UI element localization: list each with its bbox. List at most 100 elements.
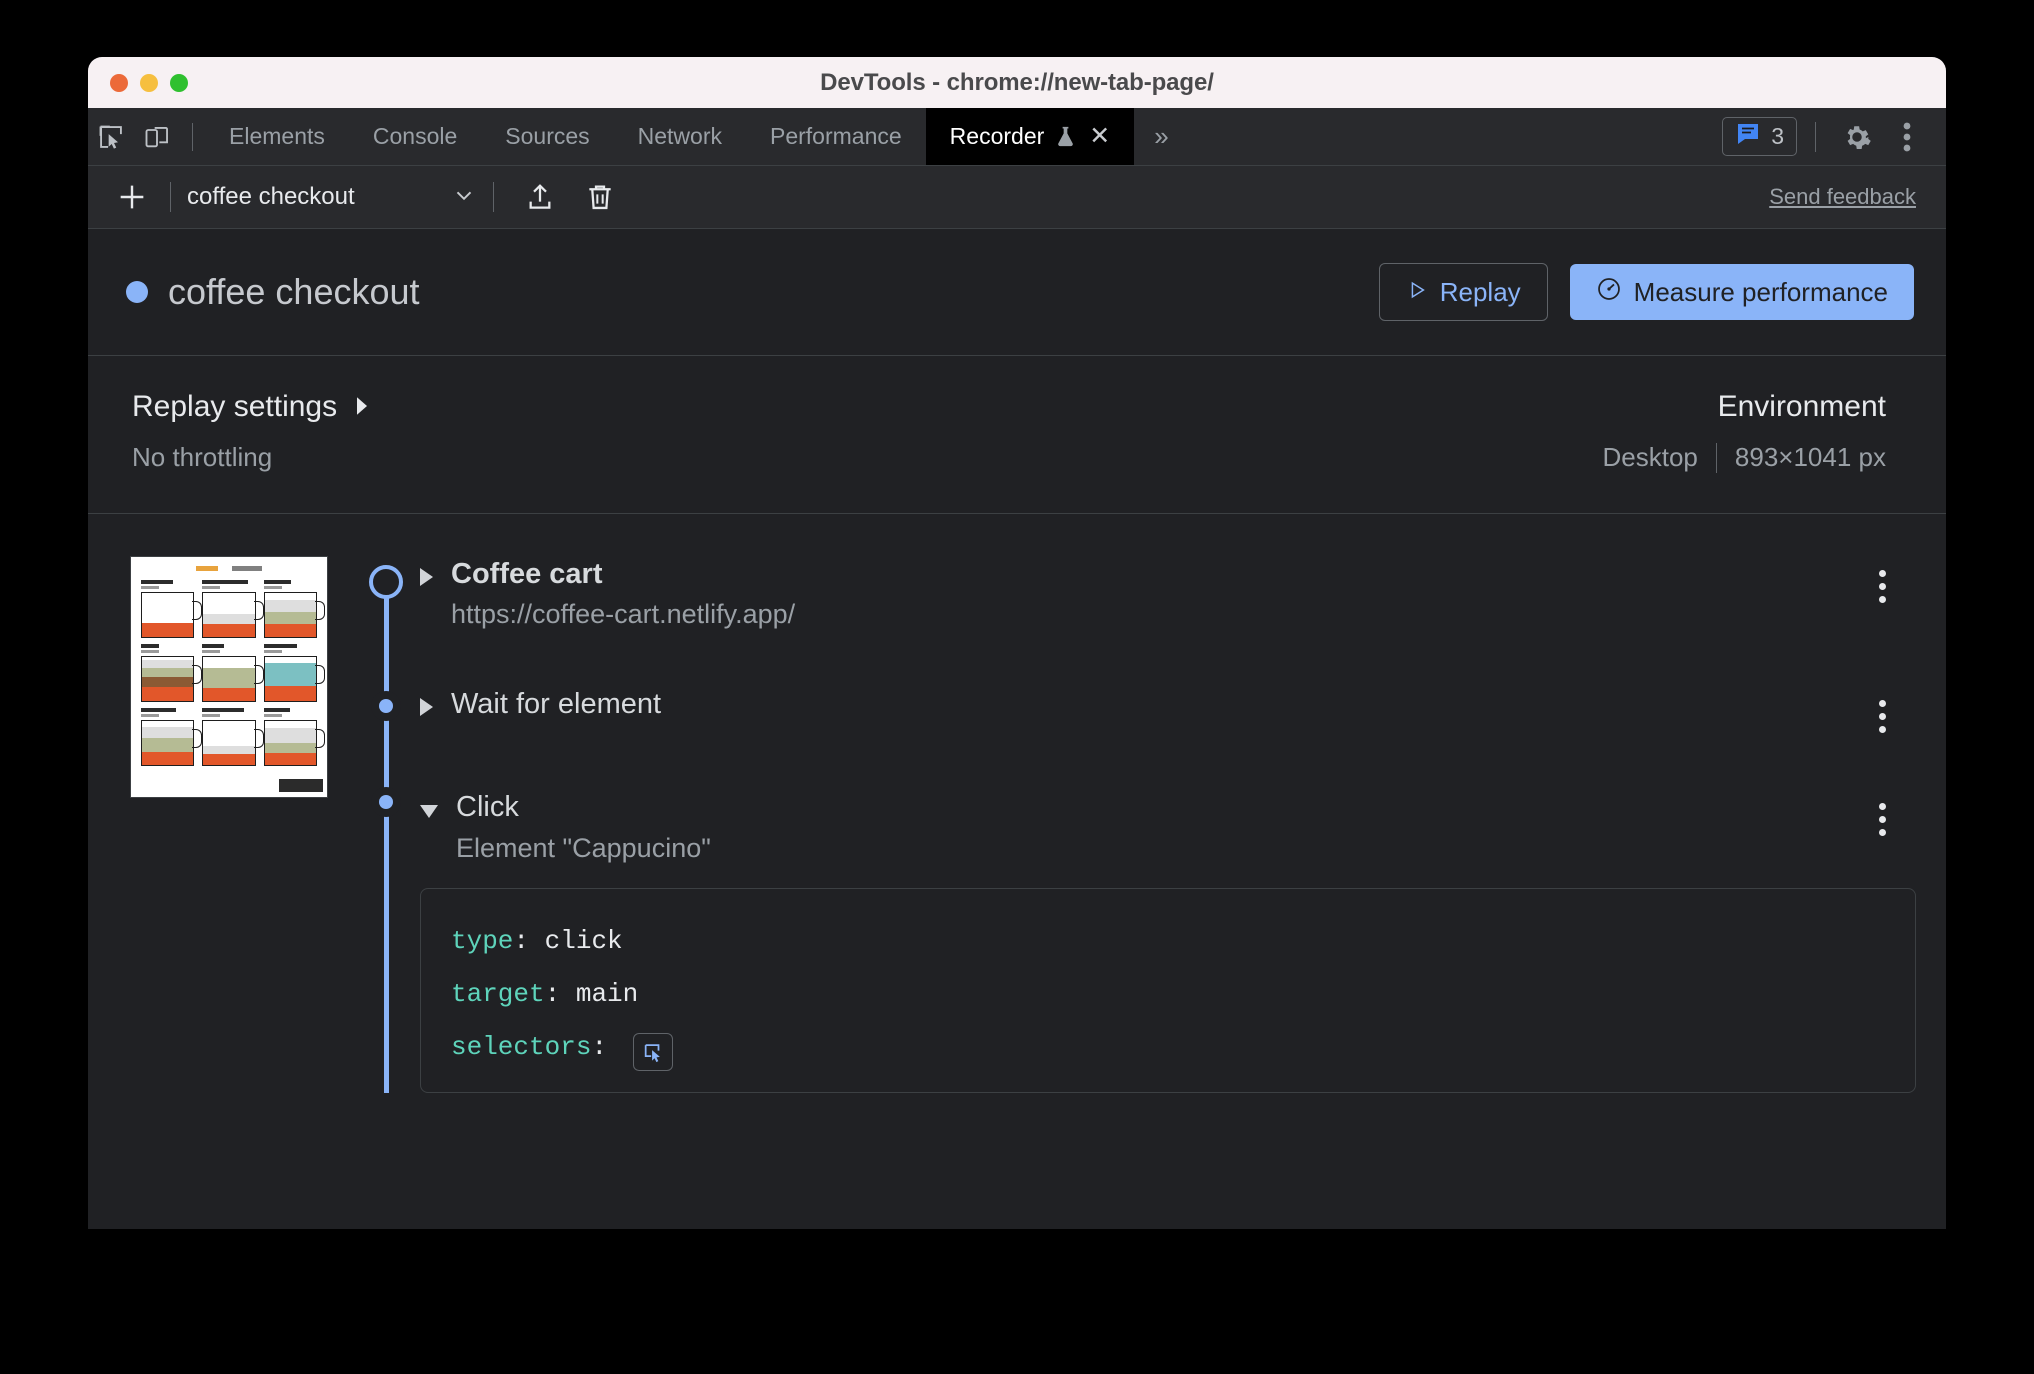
tab-network-label: Network bbox=[637, 123, 722, 149]
code-value-type: click bbox=[544, 925, 623, 956]
environment-device: Desktop bbox=[1602, 442, 1698, 472]
timeline-node-1 bbox=[371, 691, 401, 721]
tab-elements-label: Elements bbox=[229, 123, 325, 149]
step-wait-for-element[interactable]: Wait for element bbox=[420, 686, 1916, 734]
tab-elements[interactable]: Elements bbox=[205, 108, 349, 165]
minimize-window-button[interactable] bbox=[140, 73, 158, 92]
measure-performance-button[interactable]: Measure performance bbox=[1569, 264, 1914, 320]
recording-header: coffee checkout Replay Measure performan… bbox=[88, 229, 1946, 356]
recorder-toolbar: coffee checkout Send feedback bbox=[88, 166, 1946, 229]
code-key-selectors: selectors bbox=[451, 1032, 592, 1063]
tab-recorder-label: Recorder bbox=[949, 123, 1045, 149]
more-options-icon[interactable] bbox=[1884, 114, 1930, 160]
device-toolbar-icon[interactable] bbox=[134, 114, 180, 160]
tab-sources[interactable]: Sources bbox=[481, 108, 613, 165]
devtools-tabbar: Elements Console Sources Network Perform… bbox=[88, 108, 1946, 166]
thumbnail-cart-badge bbox=[279, 779, 323, 792]
window-controls[interactable] bbox=[110, 73, 188, 92]
screenshot-root: DevTools - chrome://new-tab-page/ Elemen… bbox=[0, 0, 2034, 1374]
step-details-code[interactable]: type: click target: main selectors: bbox=[420, 887, 1916, 1094]
timeline-line bbox=[384, 582, 389, 1094]
issues-badge[interactable]: 3 bbox=[1722, 117, 1797, 156]
step-title: Click bbox=[456, 791, 519, 824]
recording-selector-label: coffee checkout bbox=[187, 183, 355, 210]
close-icon[interactable]: ✕ bbox=[1089, 124, 1110, 149]
code-line-target: target: main bbox=[451, 978, 639, 1009]
tab-console[interactable]: Console bbox=[349, 108, 481, 165]
code-line-type: type: click bbox=[451, 925, 623, 956]
export-icon[interactable] bbox=[518, 175, 562, 219]
tab-network[interactable]: Network bbox=[614, 108, 746, 165]
recorder-body: coffee checkout Replay Measure performan… bbox=[88, 229, 1946, 1094]
steps-list: Coffee cart https://coffee-cart.netlify.… bbox=[420, 556, 1946, 1094]
devtools-window: DevTools - chrome://new-tab-page/ Elemen… bbox=[88, 57, 1946, 1229]
recorder-toolbar-divider-1 bbox=[170, 182, 171, 212]
replay-settings-toggle[interactable]: Replay settings bbox=[132, 390, 371, 424]
chevron-down-icon bbox=[451, 182, 477, 213]
settings-gear-icon[interactable] bbox=[1834, 114, 1880, 160]
replay-button[interactable]: Replay bbox=[1378, 263, 1548, 321]
tab-recorder[interactable]: Recorder ✕ bbox=[925, 108, 1135, 165]
step-more-options-icon[interactable] bbox=[1879, 556, 1916, 603]
code-key-target: target bbox=[451, 978, 545, 1009]
collapse-step-icon[interactable] bbox=[420, 805, 438, 819]
inspect-element-icon[interactable] bbox=[88, 114, 134, 160]
zoom-window-button[interactable] bbox=[170, 73, 188, 92]
tabbar-right-divider bbox=[1815, 121, 1816, 152]
replay-settings-label: Replay settings bbox=[132, 390, 338, 423]
recording-status-dot bbox=[126, 281, 148, 303]
expand-step-icon[interactable] bbox=[420, 698, 433, 717]
issues-count: 3 bbox=[1771, 123, 1784, 149]
throttling-value: No throttling bbox=[132, 442, 273, 472]
select-element-icon[interactable] bbox=[632, 1033, 673, 1072]
settings-row: Replay settings No throttling Environmen… bbox=[88, 356, 1946, 514]
recorder-toolbar-divider-2 bbox=[493, 182, 494, 212]
tab-console-label: Console bbox=[372, 123, 458, 149]
replay-settings-section: Replay settings No throttling bbox=[132, 390, 371, 473]
code-line-selectors: selectors: bbox=[451, 1021, 1885, 1074]
tab-performance-label: Performance bbox=[770, 123, 902, 149]
screenshot-column bbox=[88, 556, 350, 1093]
code-key-type: type bbox=[451, 925, 514, 956]
chevron-right-icon bbox=[353, 390, 371, 424]
step-click[interactable]: Click Element "Cappucino" type: click ta… bbox=[420, 789, 1916, 1094]
step-title: Coffee cart bbox=[451, 558, 603, 590]
coffee-cart-page-screenshot bbox=[130, 556, 328, 798]
thumbnail-cup-grid bbox=[131, 571, 327, 766]
code-value-target: main bbox=[575, 978, 639, 1009]
step-more-options-icon[interactable] bbox=[1879, 686, 1916, 734]
speedometer-icon bbox=[1596, 276, 1622, 309]
more-tabs-icon[interactable]: » bbox=[1134, 121, 1185, 152]
step-coffee-cart[interactable]: Coffee cart https://coffee-cart.netlify.… bbox=[420, 556, 1916, 630]
tabbar-divider bbox=[192, 122, 193, 151]
step-description: https://coffee-cart.netlify.app/ bbox=[451, 599, 796, 630]
play-icon bbox=[1406, 277, 1428, 308]
recording-selector[interactable]: coffee checkout bbox=[187, 182, 477, 213]
trash-icon[interactable] bbox=[578, 175, 622, 219]
step-description: Element "Cappucino" bbox=[456, 832, 711, 863]
environment-divider bbox=[1715, 442, 1717, 473]
environment-section: Environment Desktop 893×1041 px bbox=[1603, 390, 1908, 473]
environment-values: Desktop 893×1041 px bbox=[1603, 442, 1886, 473]
environment-viewport: 893×1041 px bbox=[1734, 442, 1886, 472]
steps-area: Coffee cart https://coffee-cart.netlify.… bbox=[88, 514, 1946, 1094]
environment-label: Environment bbox=[1717, 390, 1886, 423]
window-title: DevTools - chrome://new-tab-page/ bbox=[820, 68, 1214, 96]
step-more-options-icon[interactable] bbox=[1879, 789, 1916, 837]
steps-timeline bbox=[350, 556, 420, 1094]
step-title: Wait for element bbox=[451, 688, 662, 721]
measure-performance-label: Measure performance bbox=[1633, 276, 1888, 307]
devtools-tabbar-right: 3 bbox=[1722, 114, 1946, 160]
tab-performance[interactable]: Performance bbox=[746, 108, 926, 165]
window-titlebar: DevTools - chrome://new-tab-page/ bbox=[88, 57, 1946, 108]
devtools-tab-list: Elements Console Sources Network Perform… bbox=[205, 108, 1135, 165]
add-recording-button[interactable] bbox=[110, 175, 154, 219]
tab-sources-label: Sources bbox=[505, 123, 590, 149]
expand-step-icon[interactable] bbox=[420, 568, 433, 586]
recording-actions: Replay Measure performance bbox=[1378, 263, 1914, 321]
send-feedback-link[interactable]: Send feedback bbox=[1769, 184, 1924, 210]
issues-icon bbox=[1735, 123, 1761, 150]
timeline-node-start bbox=[369, 565, 403, 599]
flask-icon bbox=[1054, 125, 1077, 148]
close-window-button[interactable] bbox=[110, 73, 128, 92]
